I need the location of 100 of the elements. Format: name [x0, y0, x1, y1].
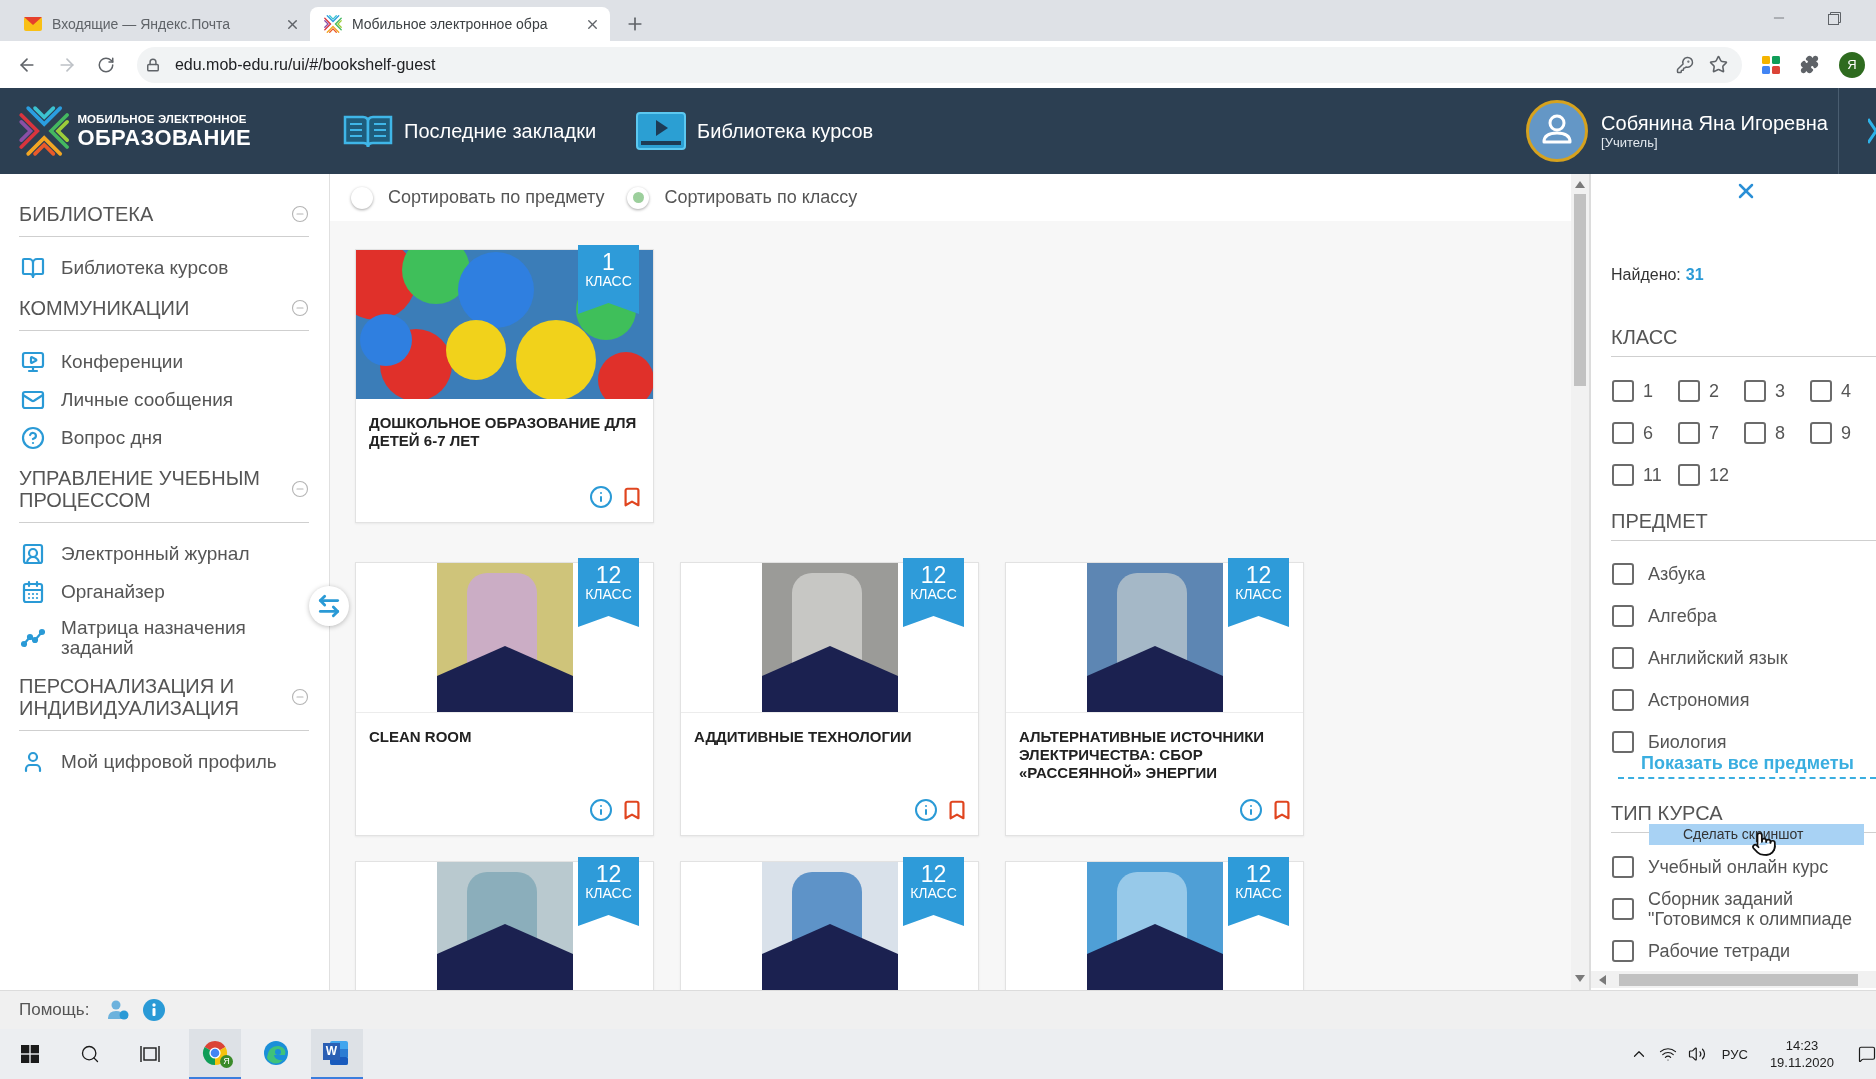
checkbox[interactable] [1678, 464, 1700, 486]
person-icon[interactable] [107, 999, 130, 1021]
info-icon[interactable] [589, 798, 613, 822]
info-icon[interactable] [589, 485, 613, 509]
profile-avatar[interactable]: Я [1839, 51, 1865, 78]
user-name: Собянина Яна Игоревна [1601, 112, 1828, 135]
checkbox[interactable] [1612, 940, 1634, 962]
star-icon[interactable] [1709, 55, 1729, 74]
keyboard-language[interactable]: РУС [1721, 1046, 1748, 1062]
restore-icon[interactable] [1828, 11, 1841, 25]
checkbox[interactable] [1678, 422, 1700, 444]
option-label: Астрономия [1648, 690, 1750, 710]
clock-time[interactable]: 14:23 [1785, 1037, 1819, 1054]
found-label: Найдено: [1611, 265, 1681, 285]
checkbox[interactable] [1612, 380, 1634, 402]
sidebar-item[interactable]: Личные сообщения [19, 381, 309, 419]
course-title: CLEAN ROOM [369, 728, 473, 746]
checkbox[interactable] [1612, 856, 1634, 878]
scrollbar-thumb[interactable] [1619, 973, 1858, 986]
checkbox[interactable] [1612, 647, 1634, 669]
chevron-icon[interactable] [1868, 118, 1876, 144]
puzzle-icon[interactable] [1800, 55, 1820, 74]
info-icon[interactable] [914, 798, 938, 822]
grade-number: 12 [920, 564, 947, 586]
search-icon[interactable] [80, 1044, 100, 1064]
sidebar-item[interactable]: Библиотека курсов [19, 249, 309, 287]
scroll-up-arrow-icon[interactable] [1575, 181, 1585, 188]
checkbox[interactable] [1612, 898, 1634, 920]
option-label: 8 [1775, 423, 1785, 443]
option-label: 6 [1643, 423, 1653, 443]
sidebar-item[interactable]: Конференции [19, 343, 309, 381]
swap-arrows-icon [316, 593, 342, 619]
task-view-icon[interactable] [140, 1045, 160, 1063]
section-title: БИБЛИОТЕКА [19, 203, 154, 225]
extension-grid-icon[interactable] [1762, 55, 1781, 74]
bookmark-icon[interactable] [1271, 799, 1293, 821]
nav-link[interactable]: Последние закладки [343, 113, 597, 149]
checkbox[interactable] [1612, 422, 1634, 444]
checkbox[interactable] [1678, 380, 1700, 402]
avatar-icon[interactable] [1526, 100, 1589, 162]
radio-button[interactable] [627, 186, 650, 209]
bookmark-icon[interactable] [621, 799, 643, 821]
notification-icon[interactable] [1858, 1045, 1876, 1063]
taskbar-app-button[interactable]: Я [189, 1029, 241, 1079]
option-label: Учебный онлайн курс [1648, 857, 1829, 877]
option-label: 9 [1841, 423, 1851, 443]
person-card-icon [21, 542, 45, 566]
checkbox[interactable] [1744, 422, 1766, 444]
lock-icon[interactable] [145, 57, 160, 72]
key-icon[interactable] [1676, 55, 1695, 74]
radio-button[interactable] [351, 186, 373, 209]
help-label: Помощь: [19, 1000, 90, 1020]
grade-number: 12 [595, 564, 622, 586]
checkbox[interactable] [1612, 605, 1634, 627]
envelope-favicon-icon [24, 17, 42, 31]
grade-unit: КЛАСС [585, 273, 632, 290]
browser-tab[interactable]: Мобильное электронное обра [310, 7, 610, 41]
checkbox[interactable] [1744, 380, 1766, 402]
segmented-circle-icon [202, 1040, 228, 1066]
sidebar-item[interactable]: Мой цифровой профиль [19, 743, 309, 781]
checkbox[interactable] [1612, 731, 1634, 753]
checkbox[interactable] [1612, 464, 1634, 486]
course-title: ДОШКОЛЬНОЕ ОБРАЗОВАНИЕ ДЛЯ ДЕТЕЙ 6-7 ЛЕТ [369, 414, 638, 450]
grade-unit: КЛАСС [1235, 586, 1282, 603]
sidebar-item[interactable]: Вопрос дня [19, 419, 309, 457]
bookmark-icon[interactable] [946, 799, 968, 821]
reload-icon[interactable] [96, 55, 115, 74]
vertical-scrollbar[interactable] [1571, 174, 1589, 990]
scrollbar-thumb[interactable] [1574, 194, 1586, 386]
grade-number: 1 [602, 251, 615, 273]
checkbox[interactable] [1810, 380, 1832, 402]
bookmark-icon[interactable] [621, 486, 643, 508]
section-title: КОММУНИКАЦИИ [19, 297, 190, 319]
checkbox[interactable] [1612, 689, 1634, 711]
taskbar-app-button[interactable]: W [311, 1029, 363, 1079]
checkbox[interactable] [1612, 563, 1634, 585]
line-chart-icon [21, 626, 45, 650]
clock-date[interactable]: 19.11.2020 [1769, 1054, 1834, 1071]
sidebar-item[interactable]: Матрица назначения заданий [19, 611, 309, 665]
info-icon[interactable] [1239, 798, 1263, 822]
sidebar-item[interactable]: Органайзер [19, 573, 309, 611]
sort-option-label[interactable]: Сортировать по предмету [388, 187, 605, 208]
option-label: 3 [1775, 381, 1785, 401]
scroll-down-arrow-icon[interactable] [1575, 975, 1585, 982]
scroll-left-arrow-icon[interactable] [1599, 974, 1606, 985]
sort-option-label[interactable]: Сортировать по классу [664, 187, 858, 208]
address-field[interactable]: edu.mob-edu.ru/ui/#/bookshelf-guest [136, 46, 1743, 83]
filter-group-title: КЛАСС [1611, 326, 1678, 348]
horizontal-scrollbar[interactable] [1591, 971, 1876, 988]
browser-tab[interactable]: Входящие — Яндекс.Почта [10, 7, 310, 41]
grade-number: 12 [1245, 564, 1272, 586]
section-title: УПРАВЛЕНИЕ УЧЕБНЫМ ПРОЦЕССОМ [19, 467, 262, 511]
site-favicon-icon [324, 15, 342, 33]
info-icon[interactable] [143, 999, 166, 1021]
sidebar-item[interactable]: Электронный журнал [19, 535, 309, 573]
filter-group-title: ПРЕДМЕТ [1611, 510, 1708, 532]
windows-logo-icon[interactable] [21, 1045, 39, 1063]
speaker-icon[interactable] [1688, 1045, 1707, 1063]
checkbox[interactable] [1810, 422, 1832, 444]
nav-link[interactable]: Библиотека курсов [636, 112, 874, 150]
